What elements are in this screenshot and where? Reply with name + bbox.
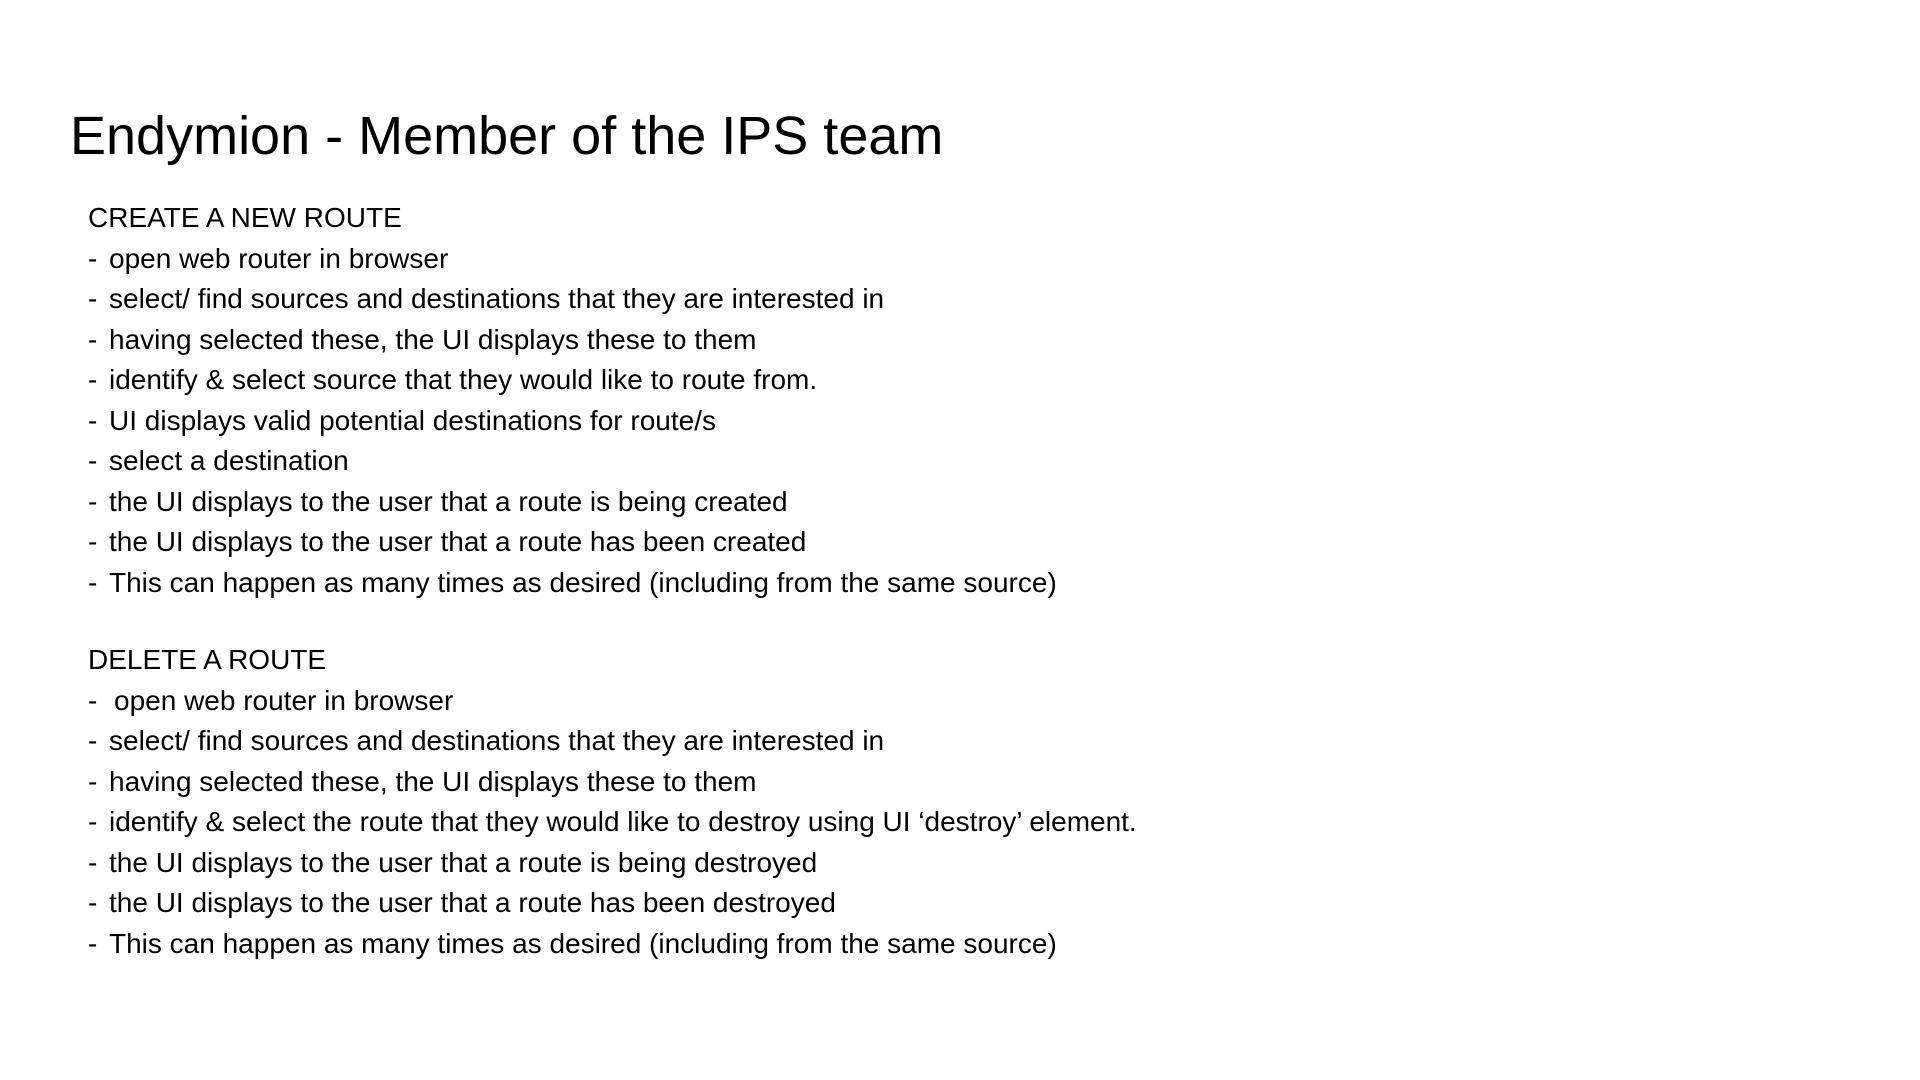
- bullet-dash: -: [88, 765, 98, 797]
- slide: Endymion - Member of the IPS team CREATE…: [0, 0, 1920, 1080]
- bullet-dash: -: [88, 404, 98, 436]
- bullet-dash: -: [88, 526, 98, 557]
- list-item: - select/ find sources and destinations t…: [88, 721, 1588, 762]
- step-text: open web router in browser: [109, 242, 449, 274]
- delete-route-section: DELETE A ROUTE - open web router in brows…: [88, 640, 1588, 964]
- step-text: select/ find sources and destinations th…: [109, 283, 885, 314]
- step-text: open web router in browser: [114, 684, 454, 716]
- list-item: - This can happen as many times as desire…: [88, 924, 1588, 965]
- create-route-section: CREATE A NEW ROUTE - open web router in b…: [88, 198, 1588, 603]
- section-heading: CREATE A NEW ROUTE: [88, 202, 402, 233]
- bullet-dash: -: [88, 725, 98, 756]
- list-item: - the UI displays to the user that a rout…: [88, 482, 1588, 523]
- bullet-dash: -: [88, 485, 98, 517]
- bullet-dash: -: [88, 887, 98, 918]
- step-text: identify & select source that they would…: [109, 364, 818, 395]
- step-text: UI displays valid potential destinations…: [109, 404, 716, 436]
- list-item: - open web router in browser: [88, 239, 1588, 280]
- list-item: - the UI displays to the user that a rout…: [88, 883, 1588, 924]
- bullet-dash: -: [88, 242, 98, 274]
- step-list: - open web router in browser - select/ fin…: [88, 681, 1588, 965]
- list-item: - identify & select the route that they w…: [88, 802, 1588, 843]
- bullet-dash: -: [88, 445, 98, 476]
- bullet-dash: -: [88, 283, 98, 314]
- section-heading: DELETE A ROUTE: [88, 644, 327, 675]
- bullet-dash: -: [88, 684, 98, 716]
- bullet-dash: -: [88, 364, 98, 395]
- list-item: - This can happen as many times as desire…: [88, 563, 1588, 604]
- step-text: This can happen as many times as desired…: [109, 927, 1057, 959]
- step-text: select a destination: [109, 445, 349, 476]
- list-item: - UI displays valid potential destination…: [88, 401, 1588, 442]
- list-item: - having selected these, the UI displays …: [88, 320, 1588, 361]
- step-text: having selected these, the UI displays t…: [109, 323, 757, 355]
- list-item: - select/ find sources and destinations t…: [88, 279, 1588, 320]
- bullet-dash: -: [88, 566, 98, 598]
- slide-title: Endymion - Member of the IPS team: [70, 106, 944, 166]
- step-text: having selected these, the UI displays t…: [109, 765, 757, 797]
- list-item: - open web router in browser: [88, 681, 1588, 722]
- step-text: the UI displays to the user that a route…: [109, 887, 836, 918]
- list-item: - identify & select source that they woul…: [88, 360, 1588, 401]
- bullet-dash: -: [88, 323, 98, 355]
- list-item: - the UI displays to the user that a rout…: [88, 843, 1588, 884]
- step-text: the UI displays to the user that a route…: [109, 846, 818, 878]
- list-item: - the UI displays to the user that a rout…: [88, 522, 1588, 563]
- step-text: select/ find sources and destinations th…: [109, 725, 885, 756]
- step-text: the UI displays to the user that a route…: [109, 485, 788, 517]
- list-item: - select a destination: [88, 441, 1588, 482]
- step-text: the UI displays to the user that a route…: [109, 526, 807, 557]
- bullet-dash: -: [88, 806, 98, 837]
- step-text: This can happen as many times as desired…: [109, 566, 1057, 598]
- step-list: - open web router in browser - select/ fin…: [88, 239, 1588, 604]
- bullet-dash: -: [88, 927, 98, 959]
- list-item: - having selected these, the UI displays …: [88, 762, 1588, 803]
- bullet-dash: -: [88, 846, 98, 878]
- step-text: identify & select the route that they wo…: [109, 806, 1137, 837]
